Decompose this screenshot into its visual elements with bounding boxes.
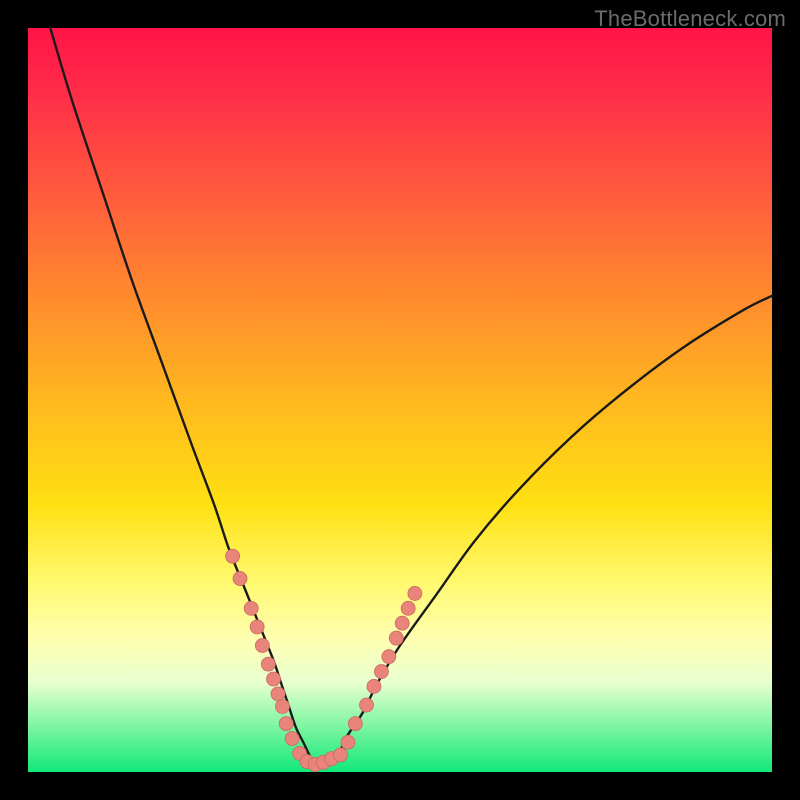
curve-marker <box>382 650 396 664</box>
curve-marker <box>333 748 347 762</box>
curve-marker <box>271 687 285 701</box>
curve-marker <box>367 679 381 693</box>
curve-marker <box>360 698 374 712</box>
curve-marker <box>226 549 240 563</box>
curve-marker <box>255 639 269 653</box>
curve-marker <box>374 665 388 679</box>
curve-marker <box>244 601 258 615</box>
curve-marker <box>389 631 403 645</box>
curve-marker <box>279 717 293 731</box>
curve-marker <box>395 616 409 630</box>
curve-marker <box>250 620 264 634</box>
bottleneck-curve <box>50 28 772 765</box>
curve-marker <box>408 586 422 600</box>
chart-svg <box>28 28 772 772</box>
chart-frame: TheBottleneck.com <box>0 0 800 800</box>
curve-marker <box>285 732 299 746</box>
curve-marker <box>348 717 362 731</box>
plot-area <box>28 28 772 772</box>
watermark-text: TheBottleneck.com <box>594 6 786 32</box>
curve-marker <box>261 657 275 671</box>
marker-group <box>226 549 422 771</box>
curve-marker <box>401 601 415 615</box>
curve-marker <box>267 672 281 686</box>
curve-marker <box>233 572 247 586</box>
curve-marker <box>341 735 355 749</box>
curve-marker <box>275 700 289 714</box>
